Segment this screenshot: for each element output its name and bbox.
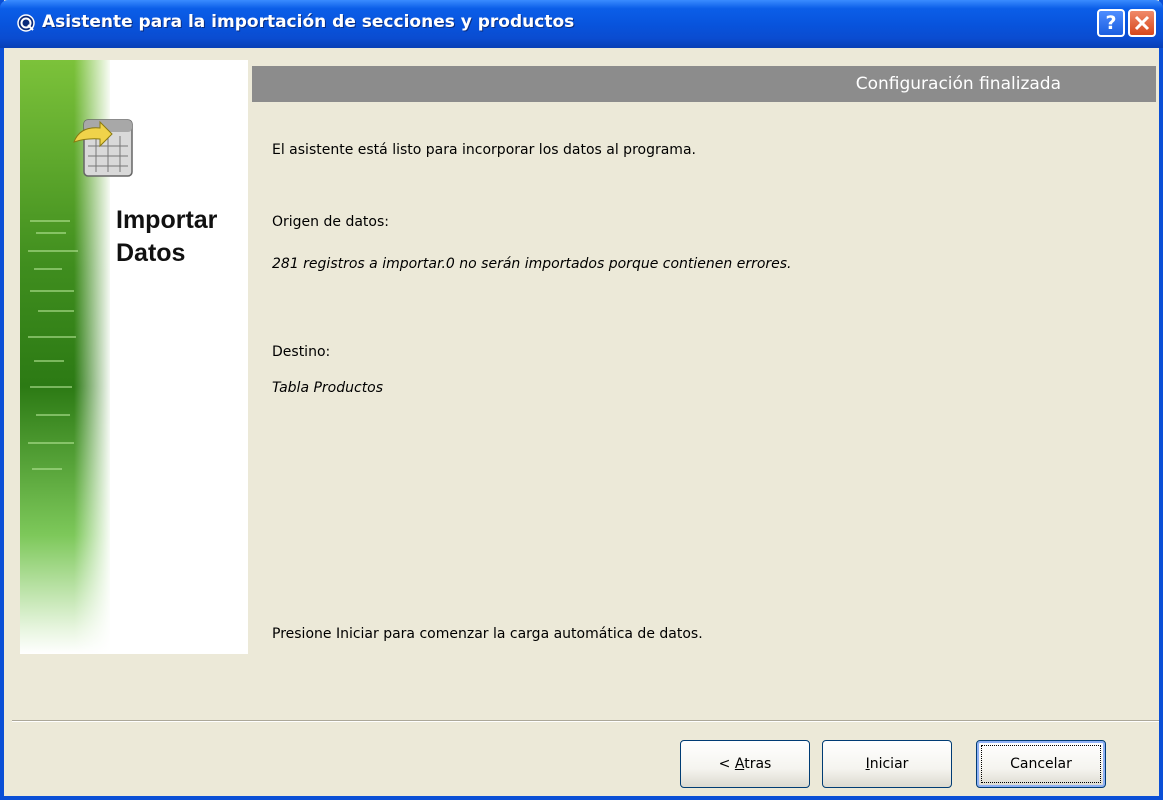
side-title-line1: Importar [116, 206, 218, 234]
start-button[interactable]: Iniciar [822, 740, 952, 788]
start-button-rest: niciar [869, 756, 909, 772]
step-header-bar: Configuración finalizada [252, 66, 1156, 102]
wizard-window: Asistente para la importación de seccion… [0, 0, 1163, 800]
destination-value: Tabla Productos [272, 380, 384, 396]
import-data-icon [73, 119, 133, 177]
step-title: Configuración finalizada [855, 74, 1061, 94]
cancel-focus-ring [981, 745, 1101, 783]
back-button[interactable]: < Atras [680, 740, 810, 788]
source-value: 281 registros a importar.0 no serán impo… [272, 256, 792, 272]
back-button-prefix: < [718, 756, 735, 772]
intro-text: El asistente está listo para incorporar … [272, 142, 696, 158]
window-title: Asistente para la importación de seccion… [42, 12, 575, 32]
close-button[interactable] [1128, 9, 1156, 37]
cancel-button[interactable]: Cancelar [976, 740, 1106, 788]
help-button[interactable]: ? [1097, 9, 1125, 37]
footer-hint: Presione Iniciar para comenzar la carga … [272, 626, 703, 642]
destination-label: Destino: [272, 344, 331, 360]
back-button-rest: tras [744, 756, 772, 772]
title-bar[interactable]: Asistente para la importación de seccion… [0, 0, 1163, 48]
side-panel-title: Importar Datos [116, 204, 217, 270]
button-separator [12, 720, 1159, 722]
source-label: Origen de datos: [272, 214, 389, 230]
side-banner-pattern [28, 220, 78, 470]
side-title-line2: Datos [116, 239, 186, 267]
app-logo-icon [17, 14, 35, 32]
back-button-accelerator: A [734, 756, 745, 772]
wizard-side-panel: Importar Datos [20, 60, 248, 654]
close-icon [1134, 15, 1150, 31]
help-icon: ? [1105, 12, 1117, 34]
